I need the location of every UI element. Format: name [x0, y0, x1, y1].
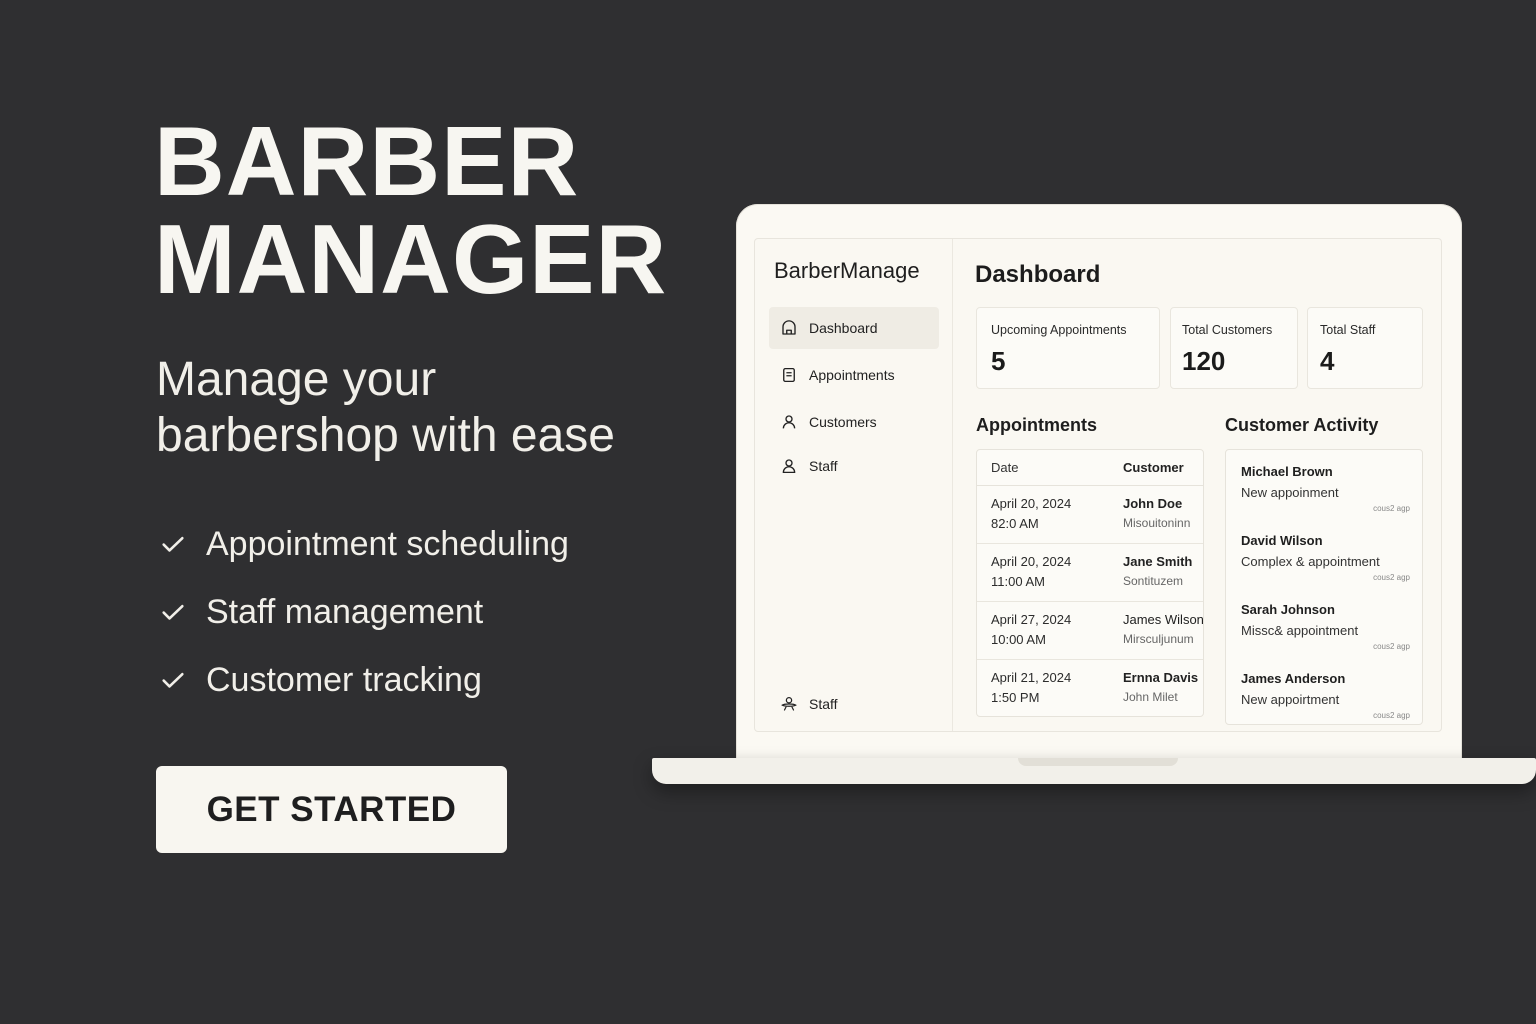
activity-timestamp: cous2 agp [1373, 573, 1410, 582]
appointment-time: 1:50 PM [991, 690, 1040, 705]
stat-value: 5 [991, 346, 1006, 376]
column-header-customer: Customer [1123, 460, 1184, 475]
stat-value: 4 [1320, 346, 1335, 376]
app-sidebar: BarberManage Dashboard Appointments Cust… [755, 239, 953, 731]
appointment-time: 10:00 AM [991, 632, 1046, 647]
feature-item: Appointment scheduling [156, 510, 569, 578]
appointment-date: April 20, 2024 [991, 554, 1072, 569]
table-row[interactable]: April 27, 2024 10:00 AM James Wilson Mir… [977, 602, 1203, 660]
appointment-service: Misouitoninn [1123, 516, 1191, 530]
hero-subtitle: Manage your barbershop with ease [156, 353, 615, 462]
list-item[interactable]: Michael Brown New appoinment cous2 agp [1226, 450, 1422, 519]
stat-label: Total Customers [1182, 323, 1273, 337]
customer-activity-title: Customer Activity [1225, 415, 1379, 435]
activity-description: New appoirtment [1241, 692, 1340, 707]
appointment-customer: John Doe [1123, 496, 1183, 511]
activity-description: New appoinment [1241, 485, 1339, 500]
feature-text: Staff management [206, 592, 484, 631]
sidebar-item-label: Appointments [809, 367, 895, 383]
activity-timestamp: cous2 agp [1373, 711, 1410, 720]
page-title: Dashboard [975, 261, 1101, 288]
appointment-date: April 20, 2024 [991, 496, 1072, 511]
table-row[interactable]: April 20, 2024 11:00 AM Jane Smith Sonti… [977, 544, 1203, 602]
appointment-customer: Jane Smith [1123, 554, 1193, 569]
appointment-service: John Milet [1123, 690, 1178, 704]
feature-list: Appointment scheduling Staff management … [156, 510, 569, 714]
activity-description: Complex & appointment [1241, 554, 1380, 569]
sidebar-item-dashboard[interactable]: Dashboard [769, 307, 939, 349]
stat-card-total-customers: Total Customers 120 [1170, 307, 1298, 389]
activity-description: Missc& appointment [1241, 623, 1359, 638]
brand-part2: Manage [840, 258, 920, 283]
activity-timestamp: cous2 agp [1373, 504, 1410, 513]
column-header-date: Date [991, 460, 1019, 475]
activity-customer-name: Michael Brown [1241, 464, 1333, 479]
home-icon [779, 318, 799, 338]
appointments-table: Date Customer April 20, 2024 82:0 AM Joh… [976, 449, 1204, 717]
user-icon [779, 412, 799, 432]
hero-title-line2: MANAGER [154, 204, 668, 314]
appointment-service: Mirsculjunum [1123, 632, 1194, 646]
activity-timestamp: cous2 agp [1373, 642, 1410, 651]
sidebar-item-label: Customers [809, 414, 877, 430]
table-row[interactable]: April 21, 2024 1:50 PM Ernna Davis John … [977, 660, 1203, 716]
appointments-title: Appointments [976, 415, 1097, 435]
activity-customer-name: Sarah Johnson [1241, 602, 1335, 617]
staff-icon [779, 694, 799, 714]
list-item[interactable]: Sarah Johnson Missc& appointment cous2 a… [1226, 588, 1422, 657]
appointment-date: April 27, 2024 [991, 612, 1072, 627]
appointment-time: 82:0 AM [991, 516, 1039, 531]
sidebar-item-staff[interactable]: Staff [769, 445, 939, 487]
stat-card-total-staff: Total Staff 4 [1307, 307, 1423, 389]
appointment-time: 11:00 AM [991, 574, 1045, 589]
laptop-notch [1018, 758, 1178, 766]
sidebar-item-customers[interactable]: Customers [769, 401, 939, 443]
appointment-service: Sontituzem [1123, 574, 1184, 588]
check-icon [156, 663, 190, 697]
feature-item: Customer tracking [156, 646, 569, 714]
customer-activity-panel: Michael Brown New appoinment cous2 agp D… [1225, 449, 1423, 725]
feature-text: Customer tracking [206, 660, 482, 699]
table-row[interactable]: April 20, 2024 82:0 AM John Doe Misouito… [977, 486, 1203, 544]
sidebar-item-staff-bottom[interactable]: Staff [769, 683, 939, 725]
stat-card-upcoming-appointments: Upcoming Appointments 5 [976, 307, 1160, 389]
stat-value: 120 [1182, 346, 1226, 376]
app-window: BarberManage Dashboard Appointments Cust… [754, 238, 1442, 732]
stat-label: Upcoming Appointments [991, 323, 1127, 337]
hero-title: BARBER MANAGER [154, 112, 667, 308]
sidebar-item-label: Staff [809, 696, 838, 712]
check-icon [156, 527, 190, 561]
brand-part1: Barber [774, 258, 841, 283]
table-header: Date Customer [977, 450, 1203, 486]
check-icon [156, 595, 190, 629]
list-item[interactable]: James Anderson New appoirtment cous2 agp [1226, 657, 1422, 726]
activity-customer-name: David Wilson [1241, 533, 1323, 548]
activity-customer-name: James Anderson [1241, 671, 1346, 686]
appointment-customer: James Wilson [1123, 612, 1204, 627]
stat-label: Total Staff [1320, 323, 1376, 337]
appointment-customer: Ernna Davis [1123, 670, 1199, 685]
list-item[interactable]: David Wilson Complex & appointment cous2… [1226, 519, 1422, 588]
brand-logo: BarberManage [774, 258, 920, 284]
sidebar-item-label: Dashboard [809, 320, 878, 336]
sidebar-item-label: Staff [809, 458, 838, 474]
appointment-date: April 21, 2024 [991, 670, 1072, 685]
hero-title-line1: BARBER [154, 106, 580, 216]
feature-text: Appointment scheduling [206, 524, 569, 563]
user-icon [779, 456, 799, 476]
document-icon [779, 365, 799, 385]
feature-item: Staff management [156, 578, 569, 646]
get-started-button[interactable]: GET STARTED [156, 766, 507, 853]
sidebar-item-appointments[interactable]: Appointments [769, 354, 939, 396]
